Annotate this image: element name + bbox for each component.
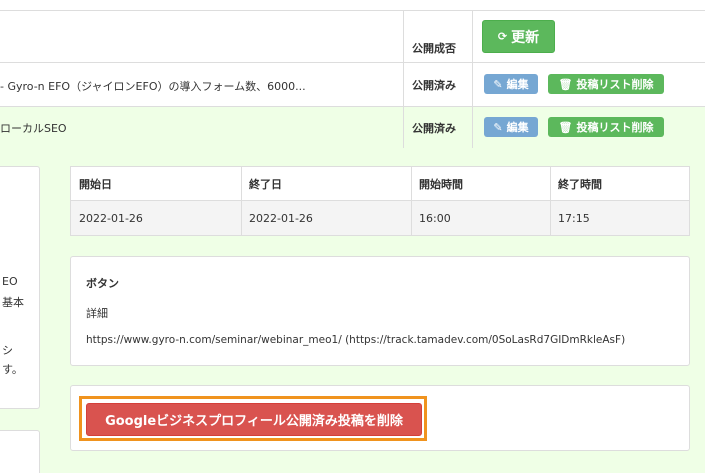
status-badge: 公開済み <box>412 79 456 92</box>
start-time-header: 開始時間 <box>419 177 463 191</box>
status-badge: 公開済み <box>412 122 456 135</box>
edit-button-label: 編集 <box>506 78 529 91</box>
schedule-header-row: 開始日 終了日 開始時間 終了時間 <box>71 167 689 201</box>
end-date-value: 2022-01-26 <box>249 211 313 225</box>
cta-url: https://www.gyro-n.com/seminar/webinar_m… <box>86 334 626 346</box>
delete-gbp-post-button[interactable]: Googleビジネスプロフィール公開済み投稿を削除 <box>86 403 422 436</box>
cta-button-type: 詳細 <box>86 307 108 320</box>
column-divider <box>403 11 404 62</box>
column-divider <box>403 63 404 106</box>
trash-icon: 🗑 <box>558 77 573 91</box>
post-detail-panel: EO 基本 シ す。 開始日 終了日 開始時間 終了時間 2022-01-26 … <box>0 148 705 473</box>
delete-post-list-label: 投稿リスト削除 <box>576 78 654 91</box>
column-divider <box>472 11 473 62</box>
refresh-icon: ⟳ <box>497 30 508 43</box>
end-date-header: 終了日 <box>249 177 282 191</box>
posts-table: 公開成否 ⟳ 更新 - Gyro-n EFO（ジャイロンEFO）の導入フォーム数… <box>0 10 705 149</box>
cta-section-title: ボタン <box>86 277 119 290</box>
start-time-value: 16:00 <box>419 211 451 225</box>
table-row: - Gyro-n EFO（ジャイロンEFO）の導入フォーム数、6000... 公… <box>0 63 705 107</box>
pencil-icon: ✎ <box>493 120 503 134</box>
column-divider <box>472 107 473 148</box>
post-body-fragment: す。 <box>2 363 23 376</box>
post-title: - Gyro-n EFO（ジャイロンEFO）の導入フォーム数、6000... <box>0 80 306 93</box>
edit-button[interactable]: ✎ 編集 <box>484 74 538 94</box>
delete-post-list-label: 投稿リスト削除 <box>576 121 654 134</box>
edit-button-label: 編集 <box>506 121 529 134</box>
delete-post-list-button[interactable]: 🗑 投稿リスト削除 <box>548 74 664 94</box>
table-header-row: 公開成否 ⟳ 更新 <box>0 11 705 63</box>
trash-icon: 🗑 <box>558 120 573 134</box>
delete-post-list-button[interactable]: 🗑 投稿リスト削除 <box>548 117 664 137</box>
pencil-icon: ✎ <box>493 77 503 91</box>
edit-button[interactable]: ✎ 編集 <box>484 117 538 137</box>
gbp-delete-section: Googleビジネスプロフィール公開済み投稿を削除 <box>70 385 690 451</box>
table-row: ローカルSEO 公開済み ✎ 編集 🗑 投稿リスト削除 <box>0 107 705 149</box>
post-body-fragment: シ <box>2 344 13 357</box>
schedule-table: 開始日 終了日 開始時間 終了時間 2022-01-26 2022-01-26 … <box>70 166 690 236</box>
post-body-panel-secondary <box>0 430 40 473</box>
column-divider <box>472 63 473 106</box>
end-time-value: 17:15 <box>558 211 590 225</box>
start-date-header: 開始日 <box>79 177 112 191</box>
post-title: ローカルSEO <box>0 122 67 135</box>
end-time-header: 終了時間 <box>558 177 602 191</box>
post-body-panel: EO 基本 シ す。 <box>0 166 40 409</box>
update-button[interactable]: ⟳ 更新 <box>482 20 555 53</box>
post-body-fragment: EO <box>2 275 18 288</box>
update-button-label: 更新 <box>511 29 540 46</box>
post-body-fragment: 基本 <box>2 296 24 309</box>
cta-button-section: ボタン 詳細 https://www.gyro-n.com/seminar/we… <box>70 256 690 366</box>
start-date-value: 2022-01-26 <box>79 211 143 225</box>
schedule-value-row: 2022-01-26 2022-01-26 16:00 17:15 <box>71 201 689 235</box>
status-column-header: 公開成否 <box>412 42 456 55</box>
column-divider <box>403 107 404 148</box>
